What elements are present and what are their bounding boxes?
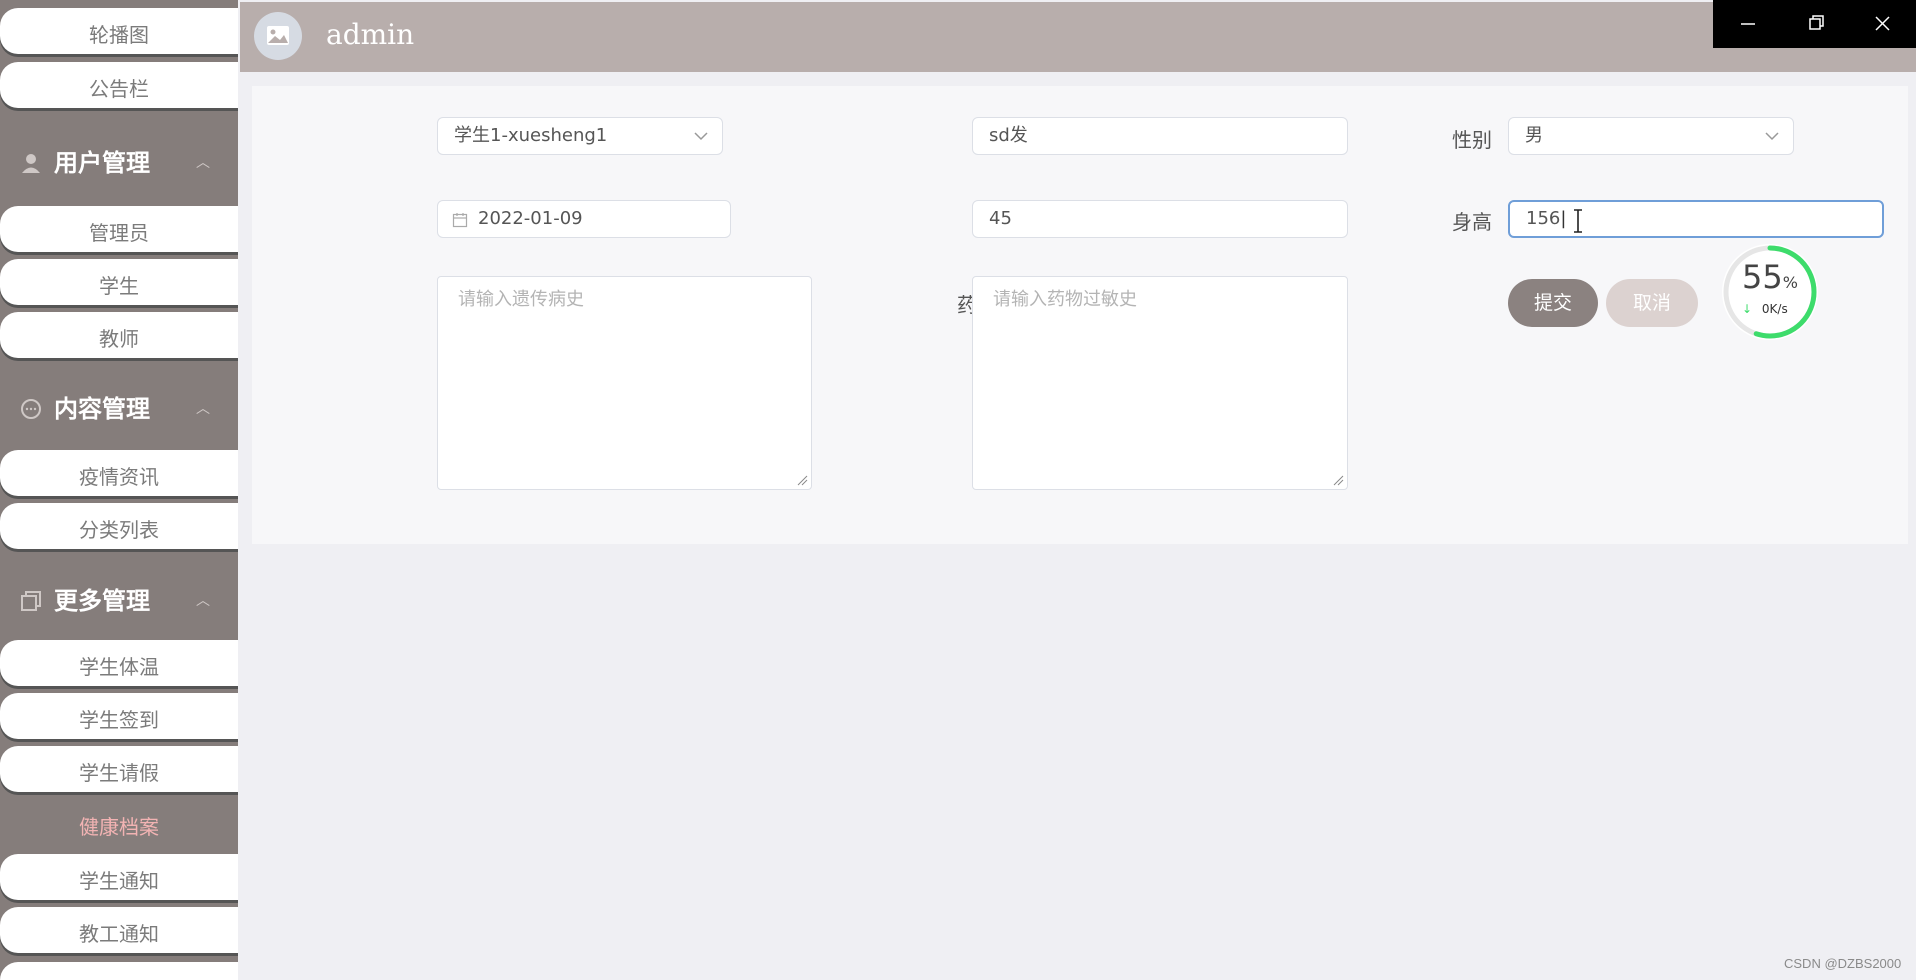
- text-cursor: |: [1560, 208, 1567, 229]
- height-input[interactable]: 156|: [1508, 200, 1884, 238]
- sidebar-item-label: 分类列表: [79, 518, 159, 542]
- gender-select[interactable]: 男: [1508, 117, 1794, 155]
- sidebar-group-more-management[interactable]: 更多管理 ︿: [0, 568, 238, 634]
- avatar[interactable]: [254, 12, 302, 60]
- gender-label: 性别: [1452, 128, 1492, 152]
- sidebar-item-staff-notices[interactable]: 教工通知: [0, 907, 238, 953]
- sidebar-item-label: 学生通知: [79, 869, 159, 893]
- sidebar-item-label: 疫情资讯: [79, 465, 159, 489]
- restore-icon: [1809, 15, 1824, 30]
- user-icon: [22, 154, 40, 173]
- sidebar-group-title: 更多管理: [54, 587, 150, 615]
- student-no-value: 学生1-xuesheng1: [454, 125, 608, 146]
- sidebar-item-label: 学生签到: [79, 708, 159, 732]
- health-record-form: 学号 学生1-xuesheng1 学生姓名 sd发 性别 男 出生日期 2022…: [252, 86, 1908, 544]
- sidebar-item-epidemic-news[interactable]: 疫情资讯: [0, 450, 238, 496]
- cancel-button[interactable]: 取消: [1606, 279, 1698, 327]
- header-username: admin: [326, 18, 415, 51]
- sidebar-item-admins[interactable]: 管理员: [0, 206, 238, 252]
- minimize-icon: [1741, 23, 1755, 25]
- chevron-up-icon: ︿: [196, 155, 210, 171]
- birth-date-picker[interactable]: 2022-01-09: [437, 200, 731, 238]
- sidebar-item-label: 教师: [99, 327, 139, 351]
- close-button[interactable]: [1848, 0, 1916, 48]
- gender-value: 男: [1525, 125, 1543, 146]
- sidebar-item-label: 健康档案: [79, 815, 159, 839]
- chevron-up-icon: ︿: [196, 401, 210, 417]
- resize-handle-icon[interactable]: [796, 474, 808, 486]
- sidebar-item-carousel[interactable]: 轮播图: [0, 8, 238, 54]
- sidebar-item-label: 学生体温: [79, 655, 159, 679]
- sidebar-item-student-notices[interactable]: 学生通知: [0, 854, 238, 900]
- sidebar-item-category-list[interactable]: 分类列表: [0, 503, 238, 549]
- restore-button[interactable]: [1781, 0, 1849, 48]
- submit-button[interactable]: 提交: [1508, 279, 1598, 327]
- chevron-up-icon: ︿: [196, 593, 210, 609]
- sidebar-item-more[interactable]: [0, 962, 238, 980]
- chat-bubble-icon: [21, 399, 41, 419]
- sidebar-item-student-leave[interactable]: 学生请假: [0, 746, 238, 792]
- sidebar-item-student-temperature[interactable]: 学生体温: [0, 640, 238, 686]
- sidebar-group-title: 用户管理: [54, 149, 150, 177]
- close-icon: [1875, 16, 1890, 31]
- percent-unit: %: [1782, 273, 1798, 292]
- ibeam-cursor-icon: [1574, 209, 1582, 233]
- allergy-placeholder: 请输入药物过敏史: [993, 289, 1137, 310]
- watermark: CSDN @DZBS2000: [1784, 956, 1902, 971]
- sidebar-item-label: 学生请假: [79, 761, 159, 785]
- height-value: 156: [1526, 208, 1561, 229]
- sidebar-item-students[interactable]: 学生: [0, 259, 238, 305]
- calendar-icon: [452, 213, 468, 228]
- window-controls: [1713, 0, 1916, 48]
- hereditary-placeholder: 请输入遗传病史: [458, 289, 584, 310]
- sidebar-item-notice-board[interactable]: 公告栏: [0, 62, 238, 108]
- top-header: admin: [240, 2, 1916, 72]
- sidebar-item-label: 公告栏: [89, 77, 149, 101]
- network-speed-widget[interactable]: 55% ↓ 0K/s: [1720, 242, 1820, 342]
- sidebar-group-user-management[interactable]: 用户管理 ︿: [0, 130, 238, 196]
- image-icon: [267, 26, 289, 45]
- download-arrow-icon: ↓: [1742, 302, 1753, 316]
- speed-display: ↓ 0K/s: [1742, 302, 1788, 316]
- sidebar-item-label: 教工通知: [79, 922, 159, 946]
- chevron-down-icon: [1765, 132, 1779, 141]
- sidebar: 轮播图 公告栏 用户管理 ︿ 管理员 学生 教师 内容管理 ︿ 疫情资讯 分类列…: [0, 0, 238, 980]
- sidebar-item-teachers[interactable]: 教师: [0, 312, 238, 358]
- student-name-input[interactable]: sd发: [972, 117, 1348, 155]
- student-no-select[interactable]: 学生1-xuesheng1: [437, 117, 723, 155]
- birth-date-value: 2022-01-09: [478, 208, 583, 229]
- resize-handle-icon[interactable]: [1332, 474, 1344, 486]
- percent-number: 55: [1742, 258, 1783, 296]
- sidebar-item-student-checkin[interactable]: 学生签到: [0, 693, 238, 739]
- chevron-down-icon: [694, 132, 708, 141]
- sidebar-group-title: 内容管理: [54, 395, 150, 423]
- allergy-textarea[interactable]: 请输入药物过敏史: [972, 276, 1348, 490]
- sidebar-item-label: 学生: [99, 274, 139, 298]
- sidebar-item-label: 管理员: [89, 221, 149, 245]
- minimize-button[interactable]: [1713, 0, 1781, 48]
- copy-icon: [21, 591, 41, 611]
- percent-display: 55%: [1720, 258, 1820, 296]
- sidebar-item-label: 轮播图: [89, 23, 149, 47]
- speed-value: 0K/s: [1761, 302, 1788, 316]
- sidebar-item-health-records[interactable]: 健康档案: [0, 800, 238, 846]
- weight-input[interactable]: 45: [972, 200, 1348, 238]
- hereditary-textarea[interactable]: 请输入遗传病史: [437, 276, 812, 490]
- sidebar-group-content-management[interactable]: 内容管理 ︿: [0, 376, 238, 442]
- height-label: 身高: [1452, 210, 1492, 234]
